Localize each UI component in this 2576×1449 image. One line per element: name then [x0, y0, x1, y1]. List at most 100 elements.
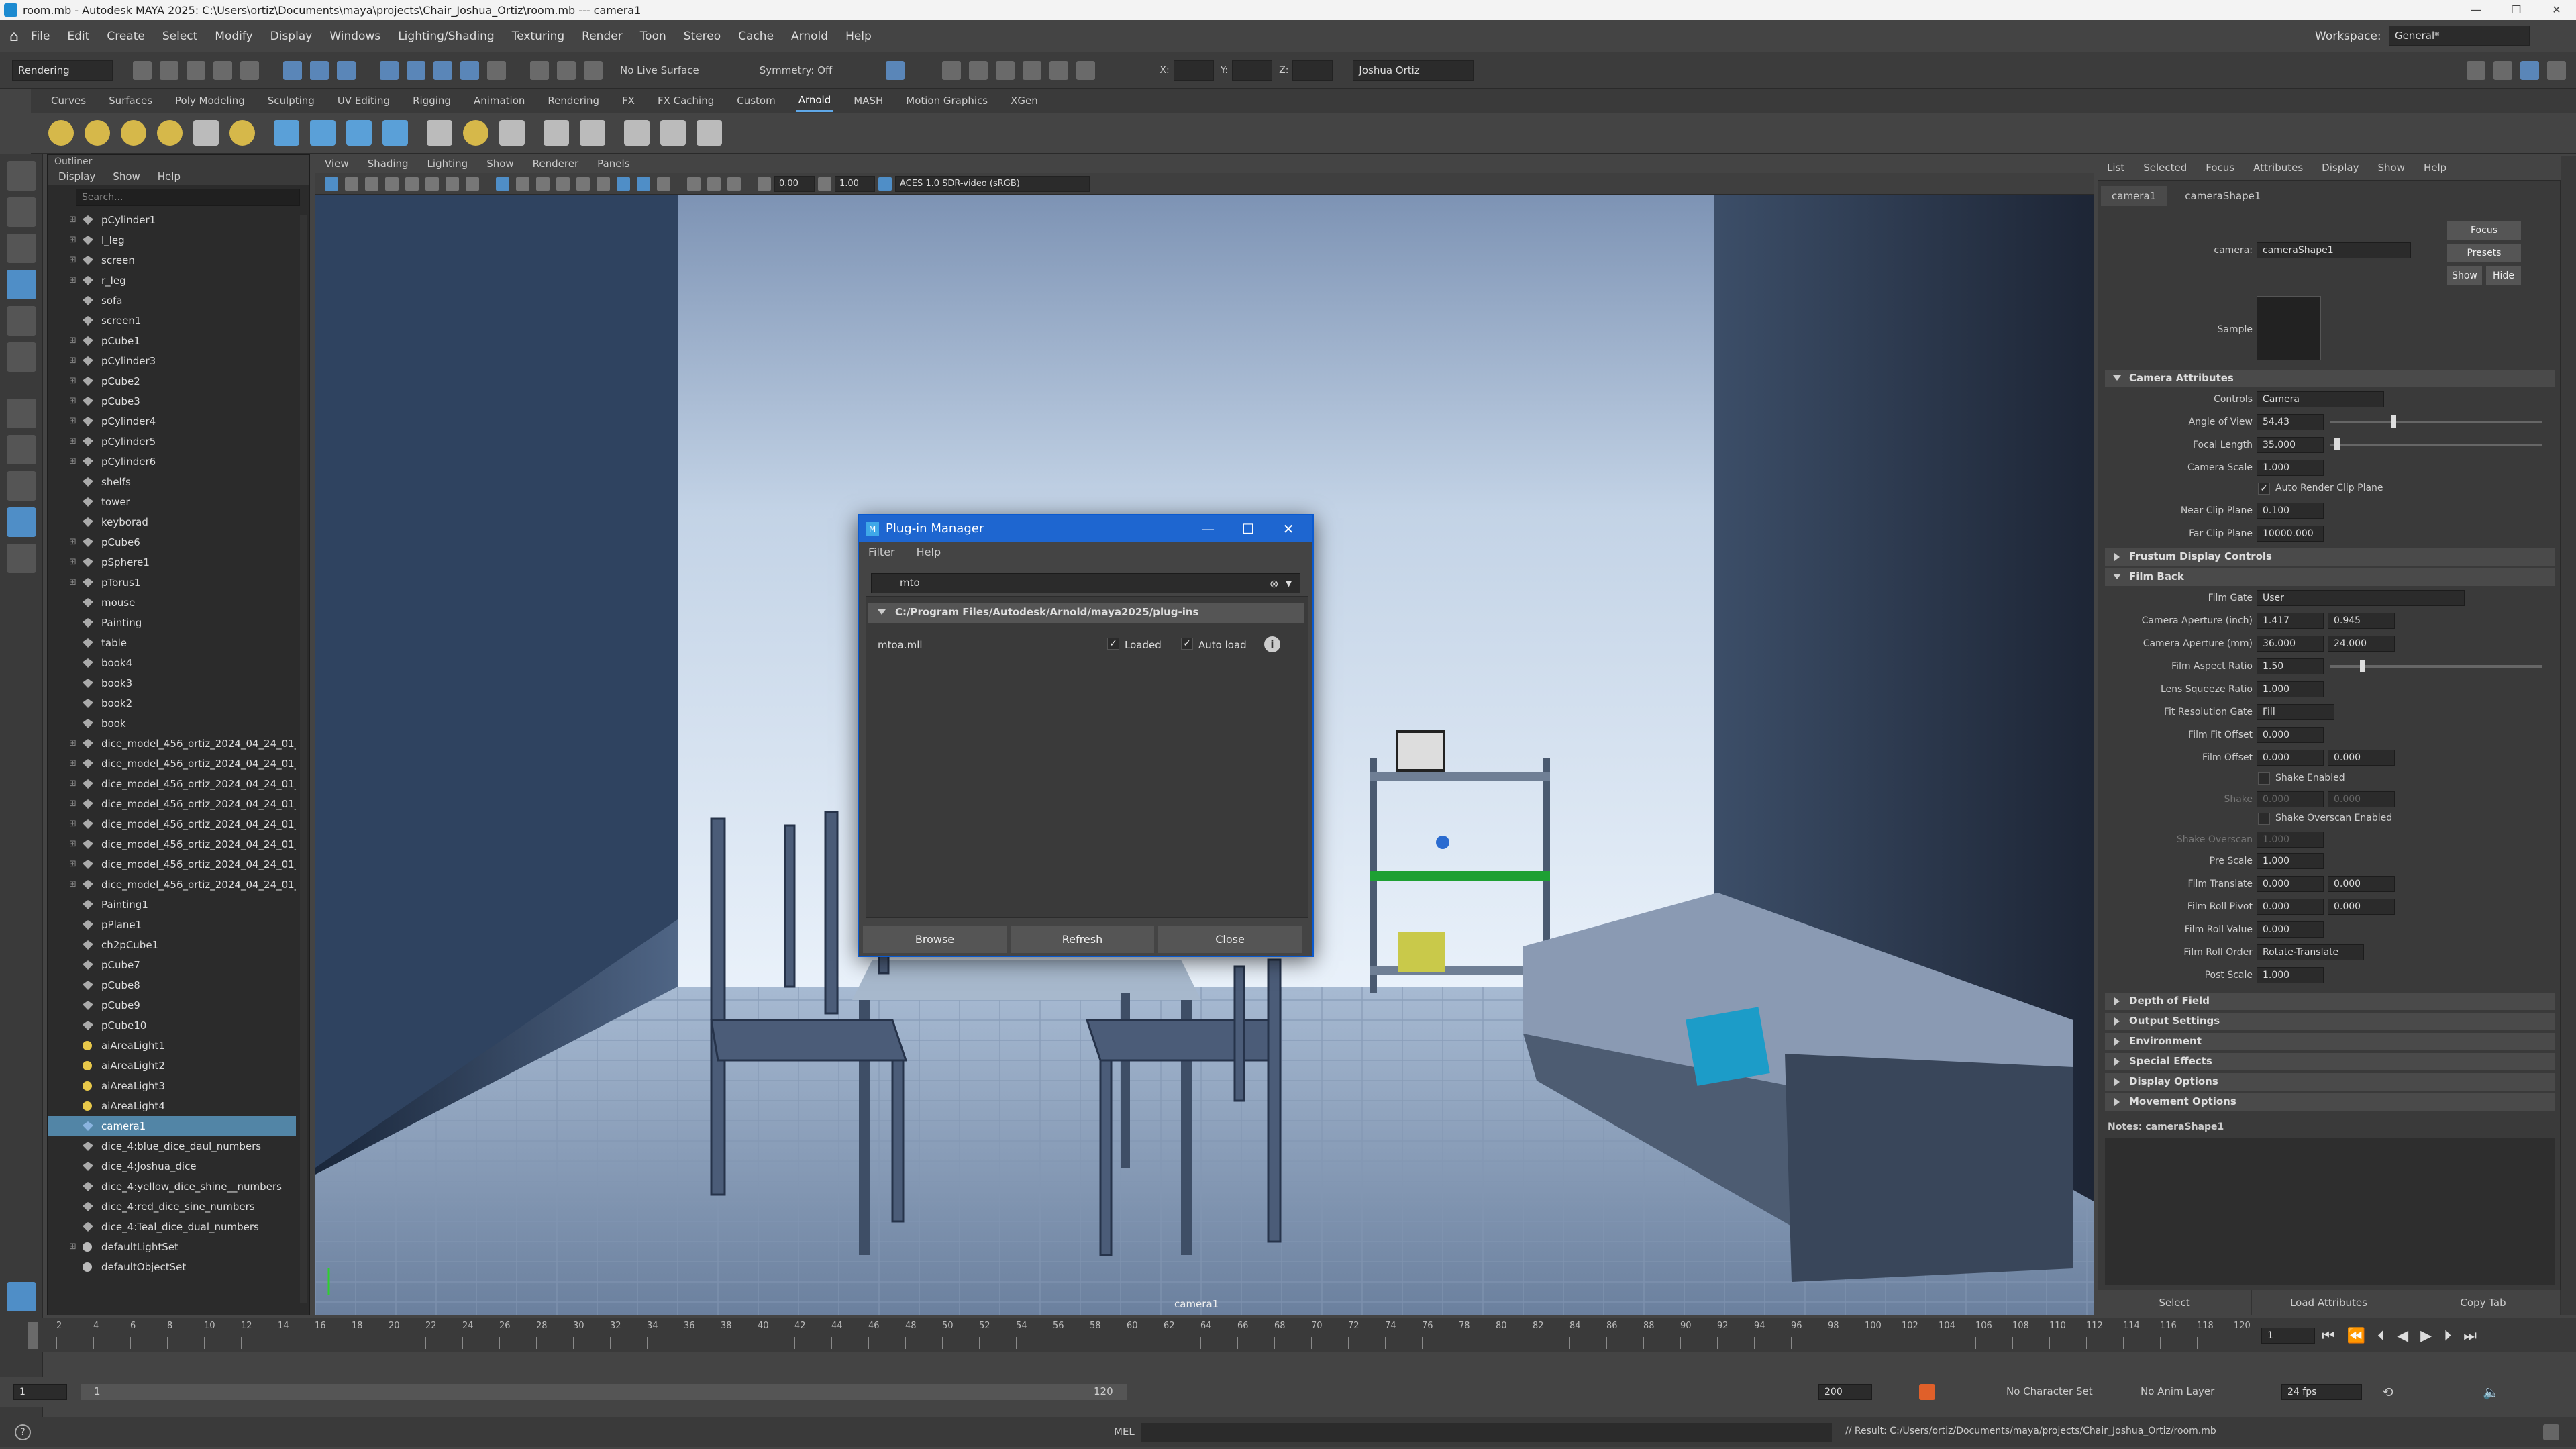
shelf-tab-motion-graphics[interactable]: Motion Graphics [903, 91, 990, 111]
outliner-item[interactable]: Painting1 [48, 895, 296, 915]
procedural-icon[interactable] [382, 120, 408, 146]
clear-search-icon[interactable]: ⊗ [1270, 577, 1278, 590]
aperture-mm-x-field[interactable]: 36.000 [2257, 636, 2324, 652]
expand-icon[interactable]: ⊞ [69, 1237, 76, 1257]
camera-scale-field[interactable]: 1.000 [2257, 460, 2324, 476]
fit-gate-dropdown[interactable]: Fill [2257, 704, 2334, 720]
symmetry-label[interactable]: Symmetry: Off [760, 64, 833, 77]
film-offset-y-field[interactable]: 0.000 [2328, 750, 2395, 766]
outliner-item[interactable]: ⊞ pCube1 [48, 331, 296, 351]
hide-button[interactable]: Hide [2486, 266, 2521, 285]
shelf-tab-arnold[interactable]: Arnold [795, 90, 834, 112]
export-standin-icon[interactable] [346, 120, 372, 146]
command-input[interactable] [1141, 1423, 1832, 1442]
outliner-item[interactable]: pCube7 [48, 955, 296, 975]
expand-icon[interactable]: ⊞ [69, 331, 76, 351]
shake-overscan-checkbox[interactable] [2258, 813, 2270, 825]
loaded-checkbox[interactable]: ✓ [1107, 638, 1119, 650]
menu-toon[interactable]: Toon [640, 30, 666, 43]
scale-tool-icon[interactable] [7, 342, 36, 372]
outliner-item[interactable]: ⊞ screen [48, 250, 296, 270]
expand-icon[interactable]: ⊞ [69, 411, 76, 432]
outliner-item[interactable]: ⊞ pCylinder3 [48, 351, 296, 371]
shelf-tab-xgen[interactable]: XGen [1008, 91, 1041, 111]
snap-curve-icon[interactable] [407, 60, 425, 80]
outliner-item[interactable]: book [48, 713, 296, 734]
menu-windows[interactable]: Windows [329, 30, 380, 43]
section-depth-of-field[interactable]: Depth of Field [2105, 993, 2555, 1010]
section-camera-attributes[interactable]: Camera Attributes [2105, 370, 2555, 387]
browse-button[interactable]: Browse [863, 926, 1007, 953]
outliner-item[interactable]: pCube9 [48, 995, 296, 1015]
render-settings-icon[interactable] [996, 60, 1015, 80]
menu-arnold[interactable]: Arnold [791, 30, 828, 43]
select-button[interactable]: Select [2098, 1290, 2252, 1315]
outliner-item[interactable]: dice_4:Teal_dice_dual_numbers [48, 1217, 296, 1237]
light-portal-icon[interactable] [193, 120, 219, 146]
outliner-item[interactable]: tower [48, 492, 296, 512]
menu-create[interactable]: Create [107, 30, 145, 43]
fps-dropdown[interactable]: 24 fps [2281, 1384, 2362, 1400]
hypershade-icon[interactable] [1023, 60, 1042, 80]
script-language-label[interactable]: MEL [1114, 1426, 1135, 1438]
shelf-tab-uv-editing[interactable]: UV Editing [335, 91, 393, 111]
outliner-item[interactable]: ⊞ pCylinder4 [48, 411, 296, 432]
step-back-key-icon[interactable]: ⏪ [2347, 1328, 2377, 1344]
outliner-scrollbar[interactable] [300, 215, 307, 1303]
focus-button[interactable]: Focus [2447, 221, 2521, 240]
vp-menu-renderer[interactable]: Renderer [533, 158, 578, 170]
home-icon[interactable]: ⌂ [9, 28, 19, 45]
dialog-minimize-icon[interactable]: — [1188, 515, 1228, 542]
paint-select-icon[interactable] [7, 234, 36, 263]
auto-key-icon[interactable] [1919, 1384, 1935, 1400]
outliner-item[interactable]: ⊞ pCube6 [48, 532, 296, 552]
info-icon[interactable]: i [1264, 636, 1280, 652]
workspace-dropdown[interactable]: General* [2389, 26, 2530, 46]
menu-lighting-shading[interactable]: Lighting/Shading [398, 30, 495, 43]
section-film-back[interactable]: Film Back [2105, 568, 2555, 586]
outliner-item[interactable]: book3 [48, 673, 296, 693]
outliner-layout-icon[interactable] [7, 507, 36, 537]
expand-icon[interactable]: ⊞ [69, 452, 76, 472]
auto-render-clip-checkbox[interactable]: ✓ [2258, 483, 2270, 495]
post-scale-field[interactable]: 1.000 [2257, 967, 2324, 983]
outliner-item[interactable]: ⊞ dice_model_456_ortiz_2024_04_24_01_Sr [48, 854, 296, 875]
expand-icon[interactable]: ⊞ [69, 432, 76, 452]
outliner-menu-show[interactable]: Show [113, 170, 140, 183]
outliner-item[interactable]: dice_4:blue_dice_daul_numbers [48, 1136, 296, 1156]
outliner-item[interactable]: pCube10 [48, 1015, 296, 1036]
presets-button[interactable]: Presets [2447, 244, 2521, 262]
outliner-item[interactable]: book2 [48, 693, 296, 713]
gamma-icon[interactable] [818, 177, 831, 191]
select-object-icon[interactable] [310, 60, 329, 80]
expand-icon[interactable]: ⊞ [69, 532, 76, 552]
vp-menu-panels[interactable]: Panels [597, 158, 629, 170]
txmanager-icon[interactable] [463, 120, 488, 146]
expand-icon[interactable]: ⊞ [69, 552, 76, 572]
colorspace-dropdown[interactable]: ACES 1.0 SDR-video (sRGB) [895, 175, 1090, 192]
outliner-item[interactable]: ⊞ dice_model_456_ortiz_2024_04_24_01_Sr [48, 875, 296, 895]
history-icon[interactable] [557, 60, 576, 80]
expand-icon[interactable]: ⊞ [69, 250, 76, 270]
help-icon[interactable]: ? [15, 1424, 31, 1440]
select-camera-icon[interactable] [325, 177, 338, 191]
standin-icon[interactable] [274, 120, 299, 146]
section-environment[interactable]: Environment [2105, 1033, 2555, 1050]
shelf-tab-rendering[interactable]: Rendering [545, 91, 602, 111]
xray-joints-icon[interactable] [707, 177, 721, 191]
textured-icon[interactable] [556, 177, 570, 191]
redo-icon[interactable] [240, 60, 259, 80]
flush-textures-icon[interactable] [427, 120, 452, 146]
expand-icon[interactable]: ⊞ [69, 351, 76, 371]
search-options-icon[interactable]: ▼ [1286, 579, 1292, 588]
outliner-item[interactable]: pCube8 [48, 975, 296, 995]
ae-menu-display[interactable]: Display [2322, 162, 2359, 174]
outliner-item[interactable]: ⊞ dice_model_456_ortiz_2024_04_24_01_Sr [48, 754, 296, 774]
image-plane-icon[interactable] [385, 177, 399, 191]
expand-icon[interactable]: ⊞ [69, 572, 76, 593]
far-clip-field[interactable]: 10000.000 [2257, 526, 2324, 542]
outliner-item[interactable]: dice_4:Joshua_dice [48, 1156, 296, 1177]
render-settings-shelf-icon[interactable] [580, 120, 605, 146]
menu-cache[interactable]: Cache [738, 30, 774, 43]
gate-mask-icon[interactable] [466, 177, 479, 191]
